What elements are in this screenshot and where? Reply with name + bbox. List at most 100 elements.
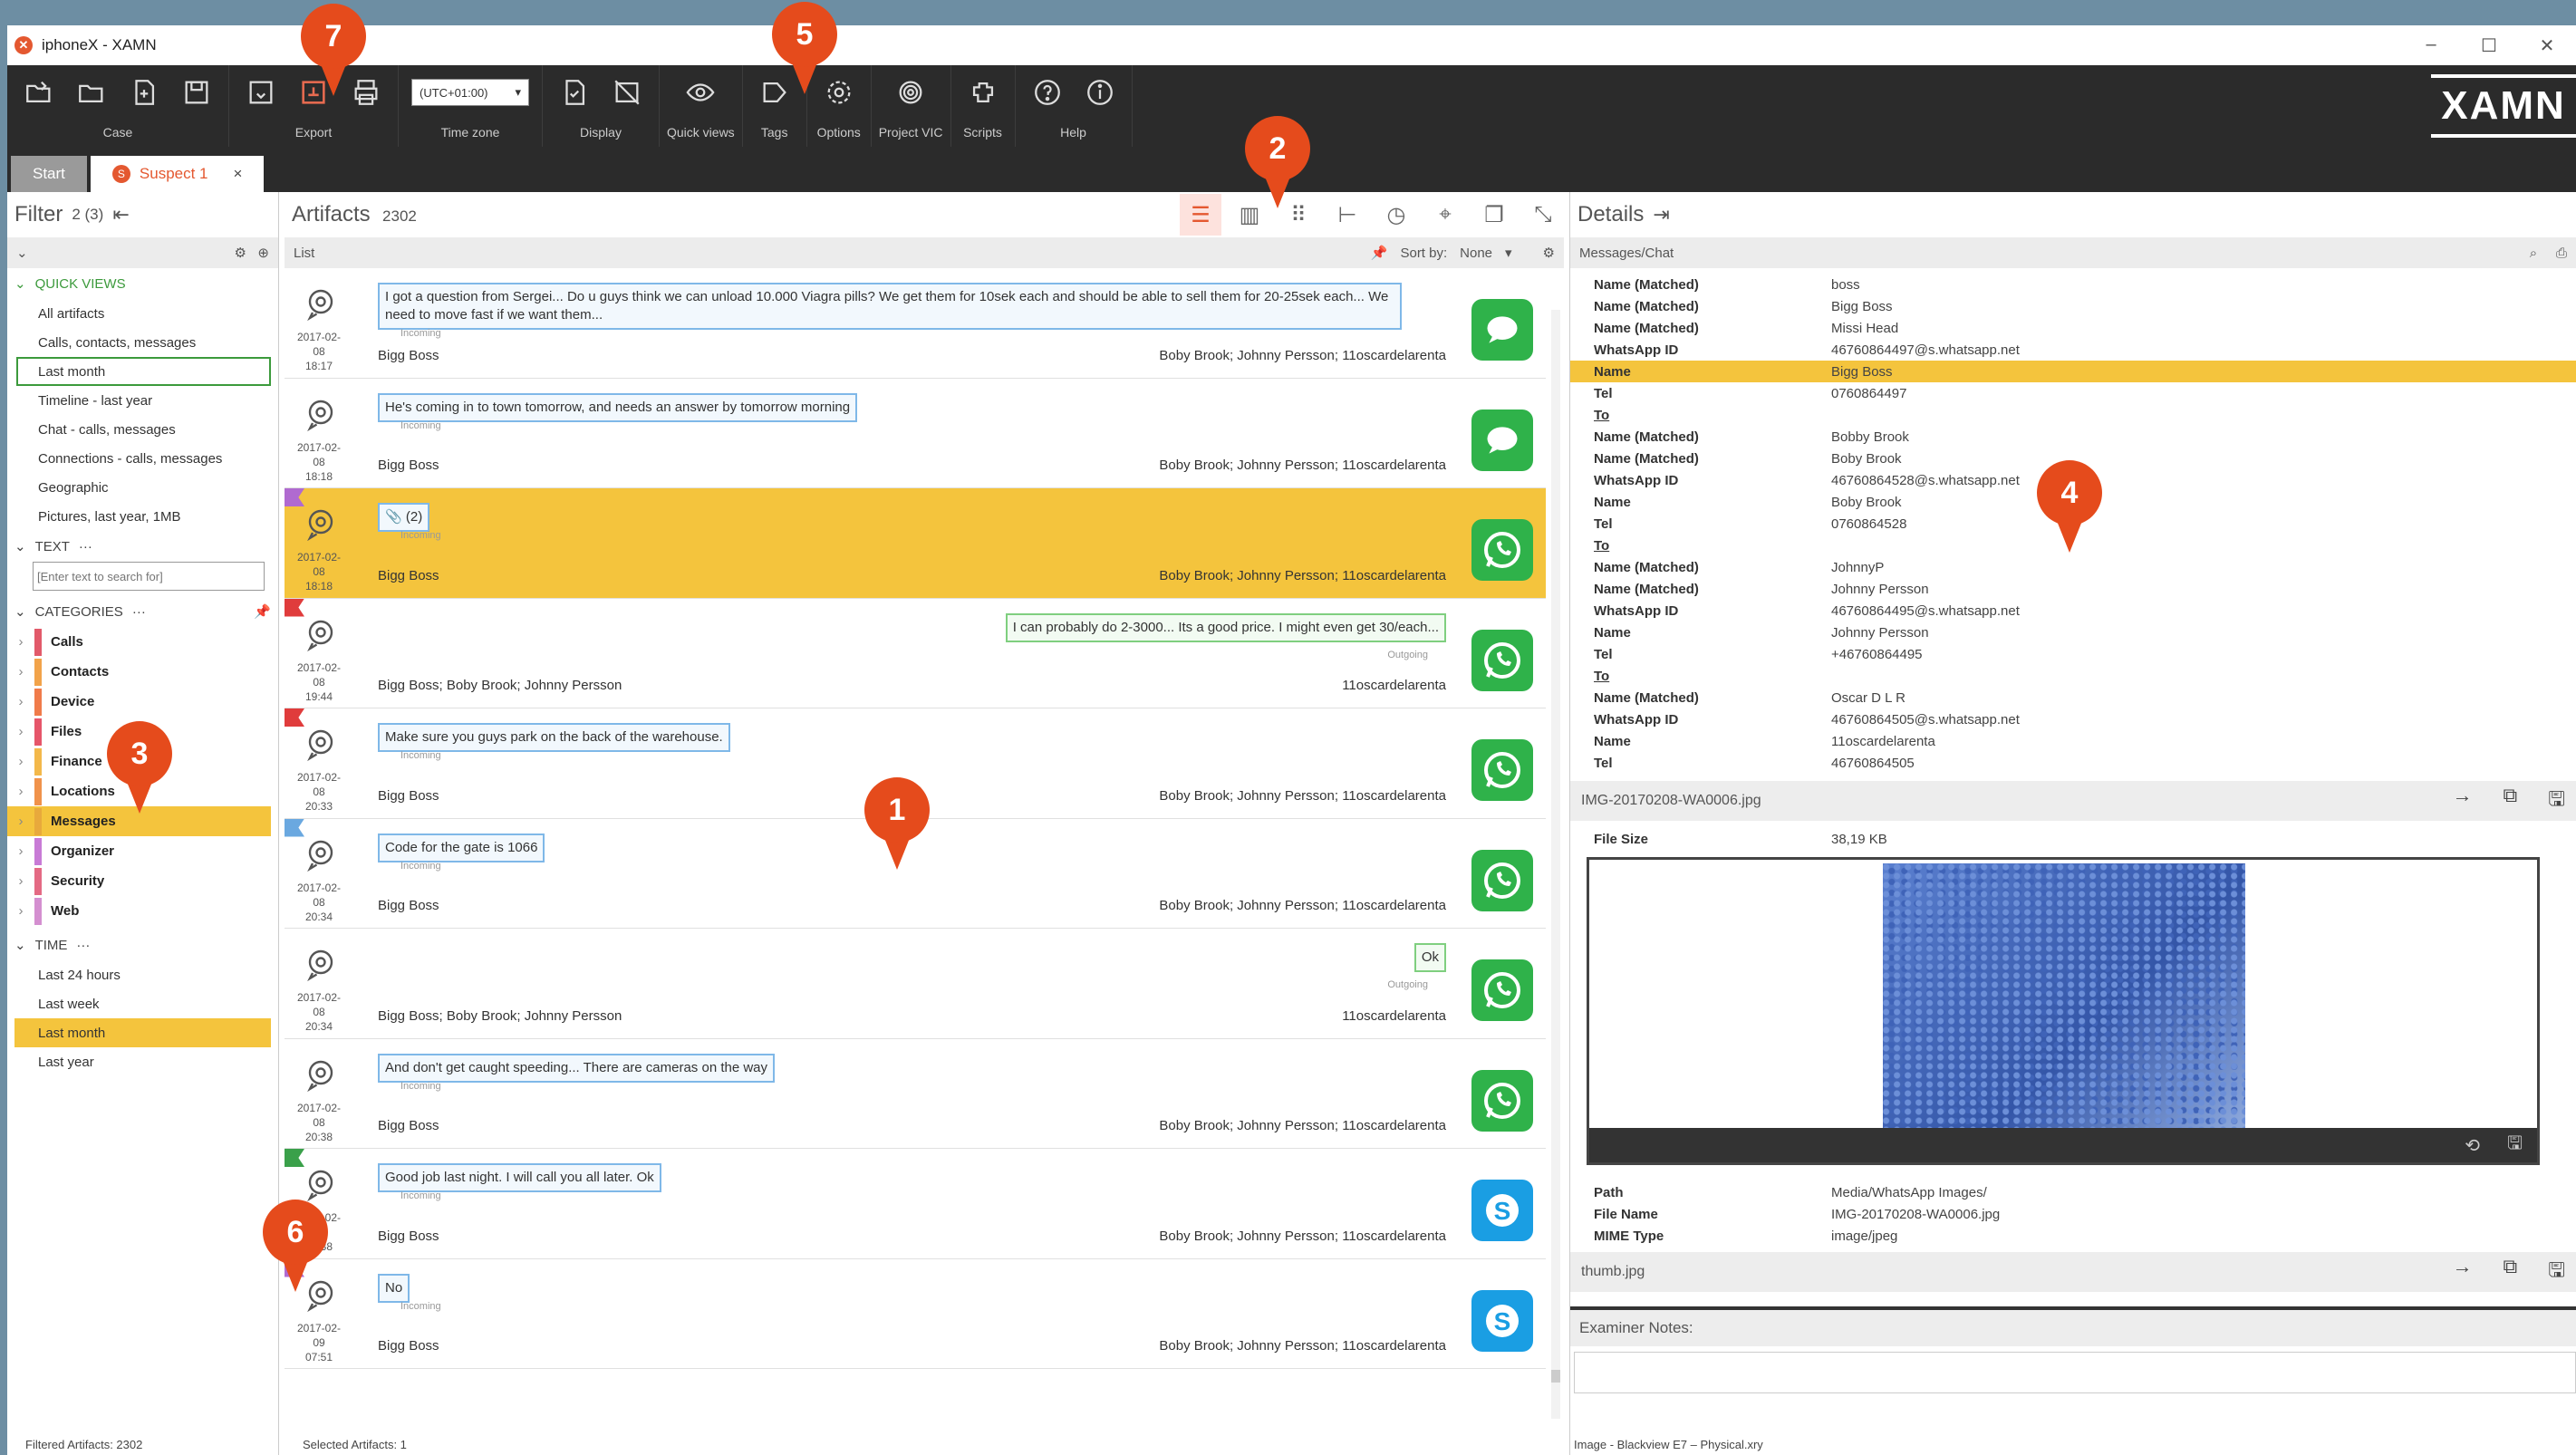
connections-view-icon[interactable]: ⤡ — [1522, 194, 1564, 236]
open-external-icon[interactable]: ⧉ — [2504, 1255, 2518, 1289]
more-icon[interactable]: ··· — [132, 604, 146, 620]
more-icon[interactable]: ··· — [76, 938, 90, 953]
timezone-select[interactable]: (UTC+01:00) ▾ — [411, 79, 529, 106]
time-header[interactable]: ⌄ TIME ··· — [7, 930, 278, 960]
tab-suspect-1[interactable]: S Suspect 1 × — [90, 156, 265, 192]
eye-icon[interactable] — [676, 72, 725, 113]
fingerprint-icon[interactable] — [886, 72, 935, 113]
chevron-right-icon[interactable]: › — [7, 694, 34, 709]
attachment-file-bar[interactable]: IMG-20170208-WA0006.jpg → ⧉ 🖫 — [1570, 781, 2576, 821]
artifact-row[interactable]: 2017-02-08 18:18 He's coming in to town to… — [285, 378, 1546, 488]
chevron-right-icon[interactable]: › — [7, 754, 34, 769]
add-filter-icon[interactable]: ⊕ — [257, 246, 269, 261]
category-device[interactable]: › Device — [7, 687, 271, 717]
examiner-notes-input[interactable] — [1574, 1352, 2576, 1393]
close-tab-icon[interactable]: × — [234, 165, 243, 183]
text-header[interactable]: ⌄ TEXT ··· — [7, 531, 278, 562]
puzzle-icon[interactable] — [959, 72, 1008, 113]
image-preview[interactable]: ⟲ 🖫 — [1587, 857, 2540, 1165]
rotate-icon[interactable]: ⟲ — [2465, 1134, 2480, 1157]
export-save-icon[interactable] — [236, 72, 285, 113]
display-hide-icon[interactable] — [603, 72, 651, 113]
ribbon-group-help[interactable]: Help — [1016, 65, 1133, 147]
chevron-right-icon[interactable]: › — [7, 664, 34, 679]
chevron-right-icon[interactable]: › — [7, 634, 34, 650]
quick-view-item[interactable]: Last month — [16, 357, 271, 386]
quick-view-item[interactable]: Geographic — [38, 473, 278, 502]
sort-select[interactable]: None — [1460, 246, 1492, 261]
detail-field: Name (Matched) JohnnyP — [1594, 559, 1885, 575]
list-settings-gear-icon[interactable]: ⚙ — [1543, 245, 1555, 261]
artifact-row[interactable]: 2017-02-09 07:51 No Incoming Bigg Boss Boby B… — [285, 1258, 1546, 1369]
chevron-right-icon[interactable]: › — [7, 843, 34, 859]
text-search-input[interactable] — [33, 562, 265, 591]
ribbon-group-scripts[interactable]: Scripts — [951, 65, 1016, 147]
filter-settings-gear-icon[interactable]: ⚙ — [234, 246, 246, 261]
quick-view-item[interactable]: Pictures, last year, 1MB — [38, 502, 278, 531]
save-case-icon[interactable] — [172, 72, 221, 113]
ribbon-group-quickviews[interactable]: Quick views — [660, 65, 743, 147]
category-contacts[interactable]: › Contacts — [7, 657, 271, 687]
save-image-icon[interactable]: 🖫 — [2507, 1130, 2523, 1161]
search-person-icon[interactable]: ⌕ — [2530, 246, 2537, 261]
print-icon[interactable]: ⎙ — [2556, 246, 2567, 261]
save-icon[interactable]: 🖫 — [2548, 1255, 2565, 1289]
collapse-right-icon[interactable]: ⇥ — [1653, 203, 1669, 226]
time-filter-item[interactable]: Last week — [14, 989, 271, 1018]
artifact-row[interactable]: 2017-02-08 18:18 📎 (2) Incoming Bigg Boss Bob… — [285, 488, 1546, 599]
chevron-right-icon[interactable]: › — [7, 784, 34, 799]
help-icon[interactable] — [1023, 72, 1072, 113]
chevron-down-icon[interactable]: ▾ — [1505, 245, 1512, 261]
open-case-icon[interactable] — [14, 72, 63, 113]
open-folder-icon[interactable] — [67, 72, 116, 113]
quick-view-item[interactable]: All artifacts — [38, 299, 278, 328]
chat-view-icon[interactable]: ❐ — [1473, 194, 1515, 236]
filter-count: 2 (3) — [72, 206, 104, 223]
timeline-view-icon[interactable]: ◷ — [1375, 194, 1417, 236]
goto-arrow-icon[interactable]: → — [2453, 1255, 2473, 1289]
ribbon-group-projectvic[interactable]: Project VIC — [872, 65, 951, 147]
collapse-left-icon[interactable]: ⇤ — [112, 203, 129, 226]
artifact-row[interactable]: 2017-02-08 19:44 I can probably do 2-3000.… — [285, 598, 1546, 708]
new-document-icon[interactable] — [120, 72, 169, 113]
chevron-right-icon[interactable]: › — [7, 873, 34, 889]
artifact-row[interactable]: 2017-02-0907:38Good job last night. I wi… — [285, 1149, 1546, 1259]
category-organizer[interactable]: › Organizer — [7, 836, 271, 866]
quick-view-item[interactable]: Chat - calls, messages — [38, 415, 278, 444]
category-web[interactable]: › Web — [7, 896, 271, 926]
list-scrollbar[interactable] — [1551, 310, 1560, 1419]
quick-view-item[interactable]: Timeline - last year — [38, 386, 278, 415]
category-security[interactable]: › Security — [7, 866, 271, 896]
thumb-file-bar[interactable]: thumb.jpg → ⧉ 🖫 — [1570, 1252, 2576, 1292]
tree-view-icon[interactable]: ⊢ — [1327, 194, 1368, 236]
quick-views-header[interactable]: ⌄ QUICK VIEWS — [7, 268, 278, 299]
quick-view-item[interactable]: Connections - calls, messages — [38, 444, 278, 473]
display-doc-icon[interactable] — [550, 72, 599, 113]
chevron-right-icon[interactable]: › — [7, 724, 34, 739]
chevron-right-icon[interactable]: › — [7, 814, 34, 829]
close-button[interactable]: ✕ — [2518, 34, 2576, 57]
time-filter-item[interactable]: Last year — [14, 1047, 271, 1076]
filter-menu-chevron-icon[interactable]: ⌄ — [16, 245, 28, 261]
map-view-icon[interactable]: ⌖ — [1424, 194, 1466, 236]
quick-view-item[interactable]: Calls, contacts, messages — [38, 328, 278, 357]
tab-start[interactable]: Start — [11, 156, 87, 192]
more-icon[interactable]: ··· — [79, 539, 92, 554]
time-filter-item[interactable]: Last month — [14, 1018, 271, 1047]
open-external-icon[interactable]: ⧉ — [2504, 784, 2518, 818]
artifact-row[interactable]: 2017-02-08 20:34 Ok Outgoing Bigg Boss; Boby… — [285, 929, 1546, 1039]
minimize-button[interactable]: – — [2402, 34, 2460, 57]
pin-icon[interactable]: 📌 — [1371, 245, 1388, 261]
category-calls[interactable]: › Calls — [7, 627, 271, 657]
categories-header[interactable]: ⌄ CATEGORIES ··· 📌 — [7, 596, 278, 627]
artifact-row[interactable]: 2017-02-08 18:17 I got a question from Ser… — [285, 268, 1546, 379]
save-icon[interactable]: 🖫 — [2548, 784, 2565, 818]
chevron-right-icon[interactable]: › — [7, 903, 34, 919]
time-filter-item[interactable]: Last 24 hours — [14, 960, 271, 989]
pin-icon[interactable]: 📌 — [254, 603, 271, 620]
list-view-icon[interactable]: ☰ — [1180, 194, 1221, 236]
artifact-row[interactable]: 2017-02-08 20:38 And don't get caught spee… — [285, 1038, 1546, 1149]
info-icon[interactable] — [1076, 72, 1124, 113]
goto-arrow-icon[interactable]: → — [2453, 784, 2473, 818]
maximize-button[interactable]: ☐ — [2460, 34, 2518, 57]
